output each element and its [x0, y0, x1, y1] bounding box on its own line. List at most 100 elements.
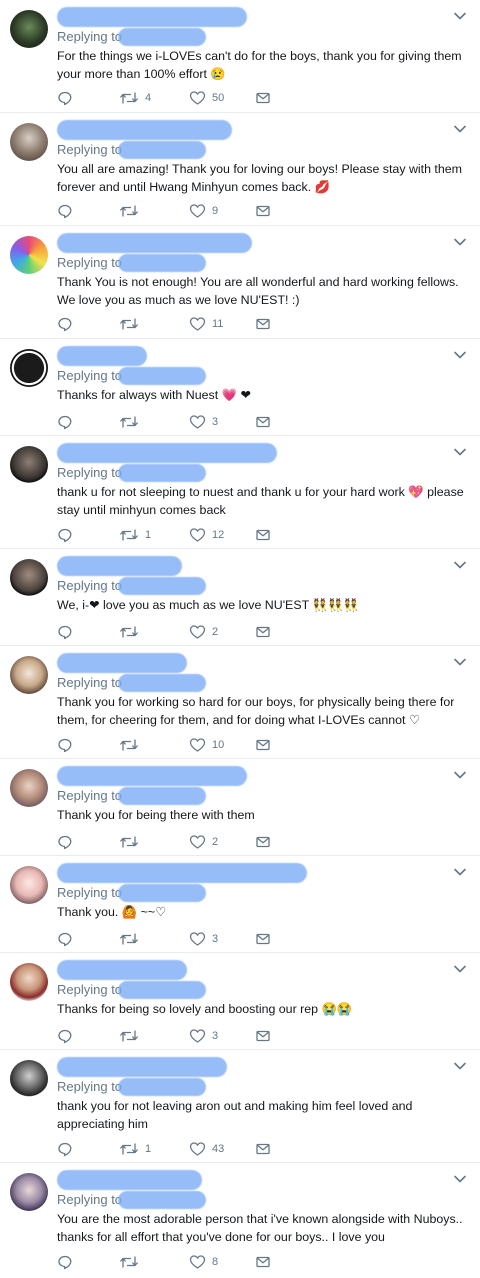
chevron-down-icon[interactable] [452, 444, 468, 460]
chevron-down-icon[interactable] [452, 864, 468, 880]
redacted-handle[interactable] [118, 884, 206, 902]
retweet-button[interactable]: 1 [119, 525, 151, 545]
like-button[interactable]: 50 [189, 88, 224, 108]
avatar[interactable] [10, 1060, 48, 1098]
avatar[interactable] [10, 963, 48, 1001]
avatar[interactable] [10, 656, 48, 694]
redacted-handle[interactable] [118, 577, 206, 595]
like-button[interactable]: 12 [189, 525, 224, 545]
redacted-display-name [57, 233, 252, 253]
avatar[interactable] [10, 769, 48, 807]
reply-button[interactable] [57, 929, 73, 949]
retweet-button[interactable] [119, 201, 145, 221]
dm-button[interactable] [255, 1026, 271, 1046]
like-button[interactable]: 2 [189, 832, 218, 852]
tweet[interactable]: Replying to thank you for not leaving ar… [0, 1050, 480, 1163]
chevron-down-icon[interactable] [452, 347, 468, 363]
chevron-down-icon[interactable] [452, 1058, 468, 1074]
redacted-handle[interactable] [118, 1078, 206, 1096]
retweet-button[interactable] [119, 622, 145, 642]
chevron-down-icon[interactable] [452, 8, 468, 24]
retweet-button[interactable] [119, 1252, 145, 1272]
tweet[interactable]: Replying to Thank You is not enough! You… [0, 226, 480, 339]
redacted-handle[interactable] [118, 464, 206, 482]
avatar[interactable] [10, 349, 48, 387]
like-button[interactable]: 8 [189, 1252, 218, 1272]
dm-button[interactable] [255, 201, 271, 221]
chevron-down-icon[interactable] [452, 654, 468, 670]
avatar[interactable] [10, 559, 48, 597]
avatar[interactable] [10, 446, 48, 484]
avatar[interactable] [10, 123, 48, 161]
tweet[interactable]: Replying to You are the most adorable pe… [0, 1163, 480, 1278]
chevron-down-icon[interactable] [452, 961, 468, 977]
chevron-down-icon[interactable] [452, 767, 468, 783]
reply-button[interactable] [57, 201, 73, 221]
tweet[interactable]: Replying to Thanks for being so lovely a… [0, 953, 480, 1050]
redacted-handle[interactable] [118, 787, 206, 805]
dm-button[interactable] [255, 525, 271, 545]
like-button[interactable]: 11 [189, 314, 223, 334]
avatar[interactable] [10, 866, 48, 904]
reply-button[interactable] [57, 832, 73, 852]
chevron-down-icon[interactable] [452, 1171, 468, 1187]
tweet[interactable]: Replying to For the things we i-LOVEs ca… [0, 0, 480, 113]
redacted-handle[interactable] [118, 674, 206, 692]
dm-icon [256, 626, 270, 638]
dm-button[interactable] [255, 735, 271, 755]
reply-button[interactable] [57, 88, 73, 108]
like-button[interactable]: 3 [189, 412, 218, 432]
like-button[interactable]: 9 [189, 201, 218, 221]
like-button[interactable]: 3 [189, 1026, 218, 1046]
reply-button[interactable] [57, 314, 73, 334]
tweet[interactable]: Replying to You all are amazing! Thank y… [0, 113, 480, 226]
reply-button[interactable] [57, 735, 73, 755]
chevron-down-icon[interactable] [452, 121, 468, 137]
reply-button[interactable] [57, 1139, 73, 1159]
retweet-button[interactable] [119, 1026, 145, 1046]
redacted-handle[interactable] [118, 1191, 206, 1209]
reply-button[interactable] [57, 525, 73, 545]
tweet[interactable]: Replying to Thank you for working so har… [0, 646, 480, 759]
tweet[interactable]: Replying to We, i-❤ love you as much as … [0, 549, 480, 646]
redacted-handle[interactable] [118, 28, 206, 46]
reply-button[interactable] [57, 1252, 73, 1272]
dm-button[interactable] [255, 832, 271, 852]
avatar[interactable] [10, 1173, 48, 1211]
like-button[interactable]: 3 [189, 929, 218, 949]
tweet[interactable]: Replying to thank u for not sleeping to … [0, 436, 480, 549]
replying-to-label: Replying to [57, 255, 123, 270]
dm-button[interactable] [255, 1139, 271, 1159]
retweet-button[interactable] [119, 735, 145, 755]
like-button[interactable]: 2 [189, 622, 218, 642]
chevron-down-icon[interactable] [452, 557, 468, 573]
dm-button[interactable] [255, 622, 271, 642]
like-button[interactable]: 43 [189, 1139, 224, 1159]
dm-button[interactable] [255, 412, 271, 432]
retweet-button[interactable]: 1 [119, 1139, 151, 1159]
retweet-button[interactable] [119, 314, 145, 334]
reply-button[interactable] [57, 412, 73, 432]
retweet-button[interactable]: 4 [119, 88, 151, 108]
redacted-handle[interactable] [118, 981, 206, 999]
dm-button[interactable] [255, 314, 271, 334]
dm-button[interactable] [255, 1252, 271, 1272]
tweet[interactable]: Replying to Thanks for always with Nuest… [0, 339, 480, 436]
avatar[interactable] [10, 10, 48, 48]
redacted-handle[interactable] [118, 254, 206, 272]
tweet[interactable]: Replying to Thank you. 🙆 ~~♡ 3 [0, 856, 480, 953]
tweet[interactable]: Replying to Thank you for being there wi… [0, 759, 480, 856]
reply-button[interactable] [57, 622, 73, 642]
retweet-button[interactable] [119, 929, 145, 949]
retweet-button[interactable] [119, 832, 145, 852]
redacted-handle[interactable] [118, 141, 206, 159]
dm-button[interactable] [255, 929, 271, 949]
reply-button[interactable] [57, 1026, 73, 1046]
dm-button[interactable] [255, 88, 271, 108]
retweet-button[interactable] [119, 412, 145, 432]
avatar[interactable] [10, 236, 48, 274]
chevron-down-icon[interactable] [452, 234, 468, 250]
like-button[interactable]: 10 [189, 735, 224, 755]
dm-icon [256, 836, 270, 848]
redacted-handle[interactable] [118, 367, 206, 385]
